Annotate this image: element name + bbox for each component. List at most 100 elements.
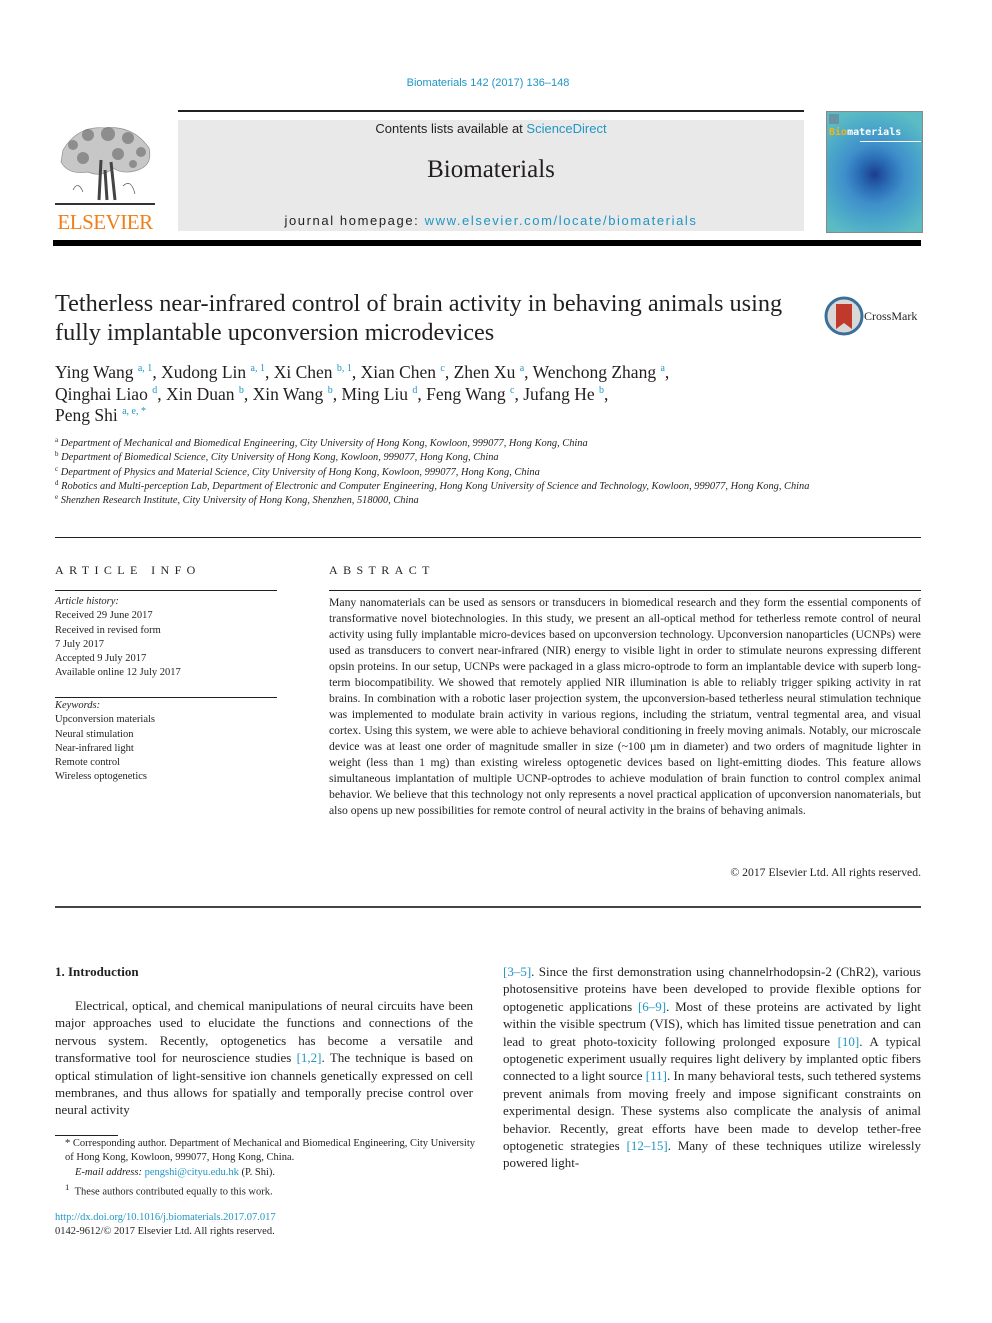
journal-homepage: journal homepage: www.elsevier.com/locat… — [178, 213, 804, 228]
cover-title-rest: materials — [847, 127, 902, 138]
author-affiliation-link[interactable]: d — [412, 385, 417, 396]
author-name: Ying Wang — [55, 362, 134, 382]
article-history: Article history: Received 29 June 2017 R… — [55, 595, 285, 681]
journal-name: Biomaterials — [427, 156, 555, 183]
author-affiliation-link[interactable]: b — [599, 385, 604, 396]
elsevier-wordmark: ELSEVIER — [57, 210, 153, 234]
affiliation-text: Department of Biomedical Science, City U… — [58, 452, 499, 464]
author-affiliation-link[interactable]: a, 1 — [138, 363, 152, 374]
corresponding-author-note: * Corresponding author. Department of Me… — [65, 1138, 475, 1164]
citation-reference-link[interactable]: [10] — [838, 1034, 860, 1049]
article-title: Tetherless near-infrared control of brai… — [55, 290, 783, 346]
author-affiliation-link[interactable]: b — [328, 385, 333, 396]
history-item: 7 July 2017 — [55, 638, 105, 650]
author-affiliation-link[interactable]: a, e, * — [122, 406, 146, 417]
citation-reference-link[interactable]: [1,2] — [297, 1050, 322, 1065]
history-item: Available online 12 July 2017 — [55, 667, 181, 679]
affiliation-divider — [55, 537, 921, 538]
article-info-divider — [55, 590, 277, 591]
keywords-label: Keywords: — [55, 700, 101, 711]
citation-reference-link[interactable]: [12–15] — [627, 1138, 668, 1153]
abstract-heading: ABSTRACT — [329, 563, 435, 577]
author-affiliation-link[interactable]: b — [239, 385, 244, 396]
keywords-divider — [55, 697, 277, 698]
footnotes: * Corresponding author. Department of Me… — [55, 1137, 475, 1200]
cover-divider — [860, 141, 921, 142]
affiliation-text: Robotics and Multi-perception Lab, Depar… — [58, 480, 810, 492]
author-name: Xin Duan — [165, 383, 235, 404]
history-label: Article history: — [55, 596, 119, 607]
citation-reference-link[interactable]: [6–9] — [638, 999, 666, 1014]
abstract-copyright: © 2017 Elsevier Ltd. All rights reserved… — [730, 866, 921, 879]
author-affiliation-link[interactable]: a, 1 — [251, 363, 265, 374]
paragraph: [3–5]. Since the first demonstration usi… — [503, 963, 921, 1172]
author-affiliation-link[interactable]: a — [660, 363, 664, 374]
keyword-item: Wireless optogenetics — [55, 771, 148, 783]
author-affiliation-link[interactable]: d — [152, 385, 157, 396]
abstract-divider — [329, 590, 921, 591]
homepage-prefix: journal homepage: — [284, 213, 425, 228]
author-name: Zhen Xu — [453, 362, 516, 382]
affiliation-text: Department of Physics and Material Scien… — [58, 466, 540, 478]
author-name: Xian Chen — [360, 362, 437, 382]
citation-reference-link[interactable]: [11] — [646, 1068, 667, 1083]
keyword-item: Near-infrared light — [55, 742, 134, 754]
journal-citation[interactable]: Biomaterials 142 (2017) 136–148 — [0, 77, 976, 89]
author-list: Ying Wang a, 1, Xudong Lin a, 1, Xi Chen… — [55, 362, 670, 425]
equal-contribution-text: These authors contributed equally to thi… — [74, 1186, 273, 1198]
affiliation-item: e Shenzhen Research Institute, City Univ… — [55, 494, 815, 508]
author-affiliation-link[interactable]: a — [520, 363, 524, 374]
author-name: Jufang He — [523, 383, 595, 404]
paragraph: Electrical, optical, and chemical manipu… — [55, 997, 473, 1119]
body-column-right: [3–5]. Since the first demonstration usi… — [503, 963, 921, 1172]
cover-title-accent: Bio — [829, 127, 848, 138]
header-thick-rule — [53, 240, 921, 246]
author-name: Feng Wang — [426, 383, 506, 404]
affiliation-item: b Department of Biomedical Science, City… — [55, 451, 815, 465]
keywords: Keywords: Upconversion materials Neural … — [55, 699, 285, 785]
footnote-mark: 1 — [65, 1181, 70, 1192]
author-name: Peng Shi — [55, 405, 118, 425]
author-name: Ming Liu — [341, 383, 409, 404]
abstract-text: Many nanomaterials can be used as sensor… — [329, 596, 921, 817]
tree-icon — [55, 127, 155, 205]
equal-contribution-note: 1 These authors contributed equally to t… — [55, 1180, 475, 1200]
author-affiliation-link[interactable]: c — [510, 385, 514, 396]
keyword-item: Remote control — [55, 757, 121, 769]
email-suffix: (P. Shi). — [238, 1166, 276, 1178]
affiliation-text: Shenzhen Research Institute, City Univer… — [58, 495, 419, 507]
history-item: Accepted 9 July 2017 — [55, 653, 147, 665]
contents-prefix: Contents lists available at — [375, 121, 527, 136]
author-name: Qinghai Liao — [55, 383, 148, 404]
history-item: Received 29 June 2017 — [55, 610, 153, 622]
sciencedirect-link[interactable]: ScienceDirect — [526, 121, 606, 136]
doi-link[interactable]: http://dx.doi.org/10.1016/j.biomaterials… — [55, 1212, 276, 1223]
crossmark-icon — [824, 296, 864, 336]
author-name: Xudong Lin — [161, 362, 247, 382]
cover-publisher-icon — [829, 114, 839, 124]
doi-block: http://dx.doi.org/10.1016/j.biomaterials… — [55, 1211, 475, 1240]
citation-link[interactable]: Biomaterials 142 (2017) 136–148 — [407, 77, 570, 89]
citation-reference-link[interactable]: [3–5] — [503, 964, 531, 979]
homepage-link[interactable]: www.elsevier.com/locate/biomaterials — [425, 213, 698, 228]
email-link[interactable]: pengshi@cityu.edu.hk — [145, 1167, 239, 1178]
author-name: Wenchong Zhang — [532, 362, 657, 382]
email-note: E-mail address: pengshi@cityu.edu.hk (P.… — [55, 1166, 475, 1180]
history-item: Received in revised form — [55, 624, 161, 636]
section-heading-introduction: 1. Introduction — [55, 964, 139, 979]
crossmark-label[interactable]: CrossMark — [864, 309, 917, 324]
author-affiliation-link[interactable]: b, 1 — [337, 363, 352, 374]
author-name: Xi Chen — [273, 362, 333, 382]
body-column-left: Electrical, optical, and chemical manipu… — [55, 997, 473, 1119]
affiliation-item: d Robotics and Multi-perception Lab, Dep… — [55, 479, 815, 494]
issn-line: 0142-9612/© 2017 Elsevier Ltd. All right… — [55, 1226, 275, 1238]
footnote-rule — [55, 1135, 118, 1136]
cover-title: Biomaterials — [829, 127, 901, 138]
email-label: E-mail address: — [75, 1166, 145, 1178]
keyword-item: Upconversion materials — [55, 714, 156, 726]
author-name: Xin Wang — [252, 383, 324, 404]
contents-line: Contents lists available at ScienceDirec… — [178, 121, 804, 136]
keyword-item: Neural stimulation — [55, 728, 134, 740]
affiliation-text: Department of Mechanical and Biomedical … — [58, 438, 588, 449]
author-affiliation-link[interactable]: c — [440, 363, 444, 374]
